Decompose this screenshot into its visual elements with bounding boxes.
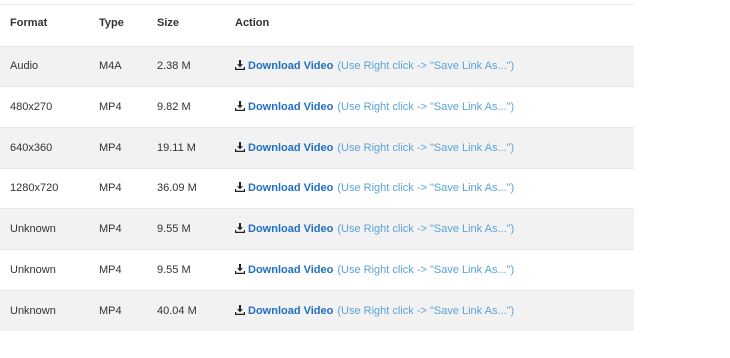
cell-action: Download Video (Use Right click -> "Save … (235, 127, 634, 168)
save-link-hint: (Use Right click -> "Save Link As...") (337, 304, 515, 317)
cell-type: M4A (99, 60, 122, 73)
download-video-link[interactable]: Download Video (248, 305, 333, 317)
download-video-link[interactable]: Download Video (248, 182, 333, 194)
cell-action: Download Video (Use Right click -> "Save … (235, 168, 634, 209)
header-type: Type (99, 16, 124, 29)
cell-action: Download Video (Use Right click -> "Save … (235, 87, 634, 128)
save-link-hint: (Use Right click -> "Save Link As...") (337, 60, 515, 73)
cell-size: 9.55 M (157, 223, 191, 236)
table-row: Unknown MP4 9.55 M Download Video (Use Ri… (0, 249, 634, 290)
cell-type: MP4 (99, 182, 122, 195)
download-video-link[interactable]: Download Video (248, 223, 333, 235)
header-size: Size (157, 16, 180, 29)
cell-format: Audio (10, 60, 39, 73)
download-video-link[interactable]: Download Video (248, 142, 333, 154)
download-video-link[interactable]: Download Video (248, 101, 333, 113)
download-formats-table: Format Type Size Action Audio M4A 2.38 M… (0, 0, 634, 331)
cell-format: Unknown (10, 304, 56, 317)
cell-size: 36.09 M (157, 182, 197, 195)
download-icon (235, 101, 245, 112)
cell-size: 9.55 M (157, 263, 191, 276)
cell-type: MP4 (99, 141, 122, 154)
cell-format: 480x270 (10, 101, 53, 114)
table-row: Unknown MP4 9.55 M Download Video (Use Ri… (0, 208, 634, 250)
cell-format: Unknown (10, 223, 56, 236)
download-icon (235, 223, 245, 234)
cell-format: Unknown (10, 263, 56, 276)
save-link-hint: (Use Right click -> "Save Link As...") (337, 101, 515, 114)
cell-format: 640x360 (10, 141, 53, 154)
save-link-hint: (Use Right click -> "Save Link As...") (337, 263, 515, 276)
table-row: 480x270 MP4 9.82 M Download Video (Use Ri… (0, 86, 634, 128)
header-action: Action (235, 16, 270, 29)
cell-size: 19.11 M (157, 141, 196, 154)
download-formats-table-container: Format Type Size Action Audio M4A 2.38 M… (0, 0, 634, 331)
download-icon (235, 182, 245, 193)
download-video-link[interactable]: Download Video (248, 60, 333, 72)
table-body: Audio M4A 2.38 M Download Video (Use Righ… (0, 46, 634, 331)
table-row: 1280x720 MP4 36.09 M Download Video (Use … (0, 168, 634, 209)
download-icon (235, 141, 245, 152)
table-row: 640x360 MP4 19.11 M Download Video (Use R… (0, 127, 634, 169)
cell-format: 1280x720 (10, 182, 59, 195)
header-format: Format (10, 16, 48, 29)
download-icon (235, 304, 245, 315)
cell-size: 2.38 M (157, 60, 191, 73)
header-row: Format Type Size Action (0, 0, 634, 46)
cell-size: 9.82 M (157, 101, 191, 114)
save-link-hint: (Use Right click -> "Save Link As...") (337, 182, 515, 195)
save-link-hint: (Use Right click -> "Save Link As...") (337, 223, 515, 236)
cell-action: Download Video (Use Right click -> "Save … (235, 209, 634, 250)
cell-action: Download Video (Use Right click -> "Save … (235, 290, 634, 331)
download-icon (235, 263, 245, 274)
cell-action: Download Video (Use Right click -> "Save … (235, 249, 634, 290)
cell-type: MP4 (99, 101, 122, 114)
table-header: Format Type Size Action (0, 0, 634, 46)
table-row: Unknown MP4 40.04 M Download Video (Use R… (0, 290, 634, 331)
save-link-hint: (Use Right click -> "Save Link As...") (337, 141, 515, 154)
table-row: Audio M4A 2.38 M Download Video (Use Righ… (0, 46, 634, 87)
cell-type: MP4 (99, 263, 122, 276)
cell-type: MP4 (99, 304, 122, 317)
cell-action: Download Video (Use Right click -> "Save … (235, 46, 634, 87)
cell-size: 40.04 M (157, 304, 197, 317)
download-video-link[interactable]: Download Video (248, 264, 333, 276)
download-icon (235, 60, 245, 71)
cell-type: MP4 (99, 223, 122, 236)
